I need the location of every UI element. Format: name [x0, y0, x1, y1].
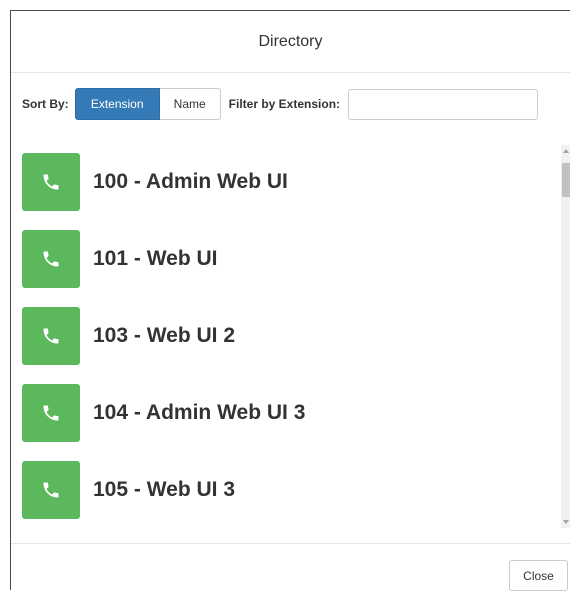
list-item[interactable]: 101 - Web UI — [22, 229, 305, 288]
list-item-label: 103 - Web UI 2 — [93, 323, 235, 347]
list-item-label: 100 - Admin Web UI — [93, 169, 288, 193]
list-item-label: 104 - Admin Web UI 3 — [93, 400, 306, 424]
call-button[interactable] — [22, 460, 80, 519]
call-button[interactable] — [22, 306, 80, 365]
list-item[interactable]: 104 - Admin Web UI 3 — [22, 383, 305, 442]
phone-icon — [43, 328, 59, 343]
list-item[interactable]: 103 - Web UI 2 — [22, 306, 305, 365]
sort-extension-button[interactable]: Extension — [74, 88, 160, 120]
scroll-down-arrow-icon[interactable] — [563, 520, 569, 524]
list-item-label: 105 - Web UI 3 — [93, 477, 235, 501]
filter-extension-input[interactable] — [348, 88, 539, 120]
scroll-thumb[interactable] — [562, 163, 570, 197]
phone-icon — [43, 405, 59, 420]
call-button[interactable] — [22, 229, 80, 288]
phone-icon — [43, 482, 59, 497]
vertical-scrollbar[interactable] — [561, 145, 570, 528]
list-item-label: 101 - Web UI — [93, 246, 218, 270]
sort-by-label: Sort By: — [22, 97, 69, 111]
phone-icon — [43, 251, 59, 266]
call-button[interactable] — [22, 152, 80, 211]
filter-label: Filter by Extension: — [228, 97, 341, 111]
sort-name-button[interactable]: Name — [159, 88, 221, 120]
directory-list[interactable]: 100 - Admin Web UI 101 - Web UI 103 - We… — [11, 133, 570, 528]
sort-toggle: Extension Name — [74, 88, 221, 120]
call-button[interactable] — [22, 383, 80, 442]
list-item[interactable]: 105 - Web UI 3 — [22, 460, 305, 519]
close-button[interactable]: Close — [509, 560, 568, 591]
directory-dialog: Directory Sort By: Extension Name Filter… — [10, 10, 570, 592]
dialog-footer: Close — [11, 543, 570, 592]
scroll-up-arrow-icon[interactable] — [563, 149, 569, 153]
phone-icon — [43, 174, 59, 189]
list-item[interactable]: 100 - Admin Web UI — [22, 152, 305, 211]
toolbar: Sort By: Extension Name Filter by Extens… — [11, 87, 570, 121]
dialog-header: Directory — [11, 11, 570, 73]
dialog-title: Directory — [258, 32, 323, 50]
